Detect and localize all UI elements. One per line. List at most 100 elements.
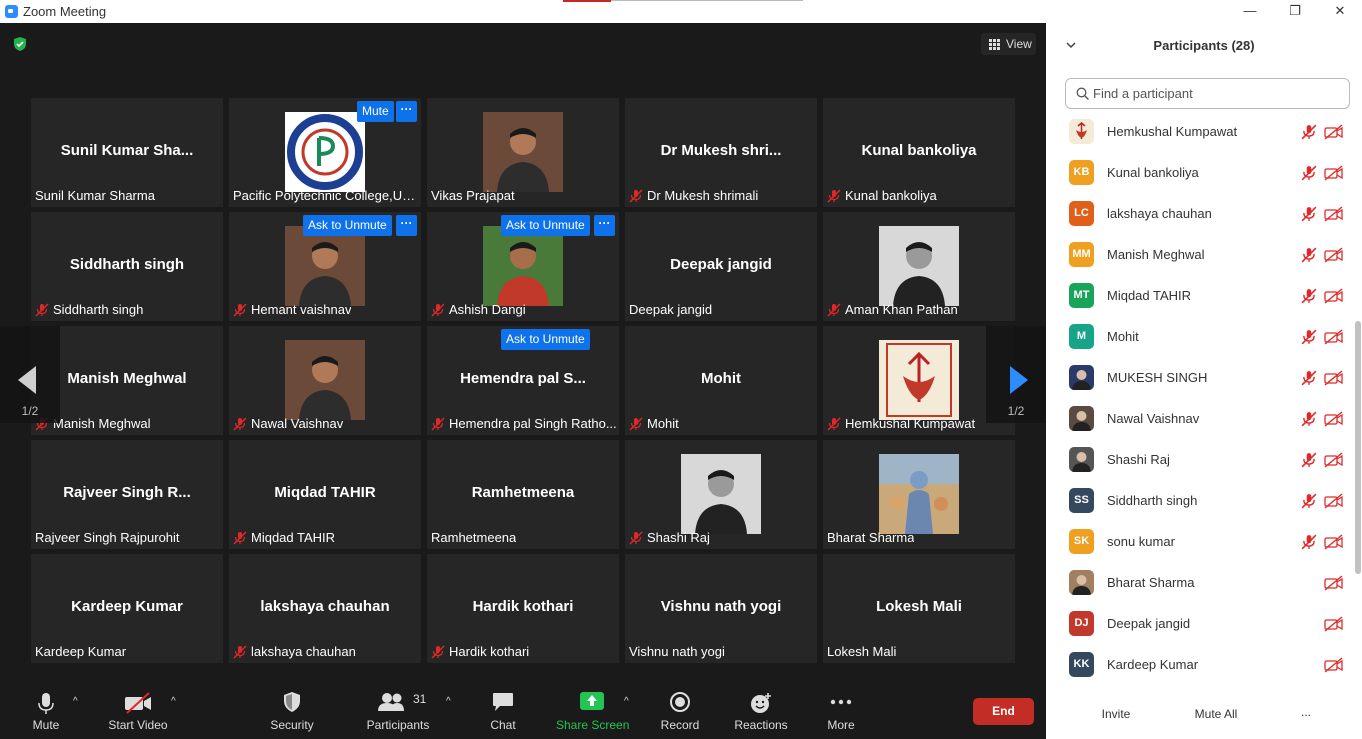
participant-row[interactable]: Nawal Vaishnav <box>1046 400 1351 441</box>
mute-participant-button[interactable]: Mute <box>357 101 394 122</box>
video-off-icon[interactable] <box>1324 575 1343 591</box>
video-off-icon[interactable] <box>1324 247 1343 263</box>
video-off-icon[interactable] <box>1324 534 1343 550</box>
video-off-icon[interactable] <box>1324 124 1343 140</box>
video-tile[interactable]: Rajveer Singh R... Rajveer Singh Rajpuroh… <box>31 440 223 549</box>
muted-mic-icon[interactable] <box>1301 493 1317 509</box>
previous-page-button[interactable]: 1/2 <box>0 326 60 423</box>
video-options-caret[interactable]: ^ <box>171 696 183 707</box>
participant-row[interactable]: M Mohit <box>1046 318 1351 359</box>
video-off-icon[interactable] <box>1324 411 1343 427</box>
muted-mic-icon[interactable] <box>1301 165 1317 181</box>
participant-row[interactable]: KK Kardeep Kumar <box>1046 646 1351 685</box>
video-tile[interactable]: Shashi Raj <box>625 440 817 549</box>
muted-mic-icon[interactable] <box>1301 124 1317 140</box>
more-button[interactable]: More <box>822 684 860 739</box>
video-tile[interactable]: Dr Mukesh shri... Dr Mukesh shrimali <box>625 98 817 207</box>
video-off-icon[interactable] <box>1324 206 1343 222</box>
ask-to-unmute-button[interactable]: Ask to Unmute <box>501 215 590 236</box>
video-tile[interactable]: Hardik kothari Hardik kothari <box>427 554 619 663</box>
avatar: KK <box>1069 652 1094 677</box>
video-tile[interactable]: Pacific Polytechnic College,Ud... Mute ··· <box>229 98 421 207</box>
participant-row[interactable]: MUKESH SINGH <box>1046 359 1351 400</box>
video-off-icon[interactable] <box>1324 452 1343 468</box>
share-screen-button[interactable]: Share Screen <box>556 684 629 739</box>
reactions-button[interactable]: Reactions <box>733 684 789 739</box>
muted-mic-icon[interactable] <box>1301 452 1317 468</box>
video-tile[interactable]: Aman Khan Pathan <box>823 212 1015 321</box>
tile-more-button[interactable]: ··· <box>396 215 417 236</box>
video-tile[interactable]: Bharat Sharma <box>823 440 1015 549</box>
share-options-caret[interactable]: ^ <box>624 696 636 707</box>
video-off-icon[interactable] <box>1324 288 1343 304</box>
video-tile[interactable]: Sunil Kumar Sha... Sunil Kumar Sharma <box>31 98 223 207</box>
chat-button[interactable]: Chat <box>483 684 523 739</box>
scrollbar-thumb[interactable] <box>1355 321 1361 574</box>
mute-button[interactable]: Mute <box>24 684 68 739</box>
video-tile[interactable]: Deepak jangid Deepak jangid <box>625 212 817 321</box>
video-tile[interactable]: Vikas Prajapat <box>427 98 619 207</box>
participants-button[interactable]: 31 Participants <box>363 684 433 739</box>
muted-mic-icon[interactable] <box>1301 411 1317 427</box>
muted-mic-icon[interactable] <box>1301 534 1317 550</box>
participant-row[interactable]: MM Manish Meghwal <box>1046 236 1351 277</box>
audio-options-caret[interactable]: ^ <box>73 696 85 707</box>
view-label: View <box>1006 37 1032 51</box>
next-page-button[interactable]: 1/2 <box>986 326 1046 423</box>
participant-row[interactable]: Hemkushal Kumpawat <box>1046 115 1351 154</box>
video-tile[interactable]: Lokesh Mali Lokesh Mali <box>823 554 1015 663</box>
tile-more-button[interactable]: ··· <box>594 215 615 236</box>
search-input[interactable] <box>1093 83 1343 104</box>
muted-mic-icon[interactable] <box>1301 329 1317 345</box>
participant-row[interactable]: MT Miqdad TAHIR <box>1046 277 1351 318</box>
participant-row[interactable]: LC lakshaya chauhan <box>1046 195 1351 236</box>
participant-list-scrollbar[interactable] <box>1355 115 1361 685</box>
participant-row[interactable]: SS Siddharth singh <box>1046 482 1351 523</box>
video-tile[interactable]: Kardeep Kumar Kardeep Kumar <box>31 554 223 663</box>
video-tile[interactable]: Miqdad TAHIR Miqdad TAHIR <box>229 440 421 549</box>
video-off-icon[interactable] <box>1324 657 1343 673</box>
security-button[interactable]: Security <box>266 684 318 739</box>
video-off-icon[interactable] <box>1324 616 1343 632</box>
video-tile[interactable]: Siddharth singh Siddharth singh <box>31 212 223 321</box>
video-tile[interactable]: Nawal Vaishnav <box>229 326 421 435</box>
video-tile[interactable]: Kunal bankoliya Kunal bankoliya <box>823 98 1015 207</box>
participant-row[interactable]: SK sonu kumar <box>1046 523 1351 564</box>
restore-button[interactable]: ❐ <box>1272 0 1318 23</box>
video-tile[interactable]: Ashish Dangi Ask to Unmute ··· <box>427 212 619 321</box>
participant-search[interactable] <box>1065 78 1350 109</box>
start-video-button[interactable]: Start Video <box>105 684 171 739</box>
tile-more-button[interactable]: ··· <box>396 101 417 122</box>
video-tile[interactable]: Mohit Mohit <box>625 326 817 435</box>
record-button[interactable]: Record <box>658 684 702 739</box>
end-meeting-button[interactable]: End <box>973 698 1034 725</box>
video-tile[interactable]: Vishnu nath yogi Vishnu nath yogi <box>625 554 817 663</box>
muted-mic-icon[interactable] <box>1301 288 1317 304</box>
muted-mic-icon[interactable] <box>1301 370 1317 386</box>
video-off-icon[interactable] <box>1324 493 1343 509</box>
video-off-icon[interactable] <box>1324 370 1343 386</box>
close-button[interactable]: ✕ <box>1317 0 1362 23</box>
panel-more-button[interactable]: ... <box>1294 703 1318 726</box>
video-off-icon[interactable] <box>1324 329 1343 345</box>
video-tile[interactable]: lakshaya chauhan lakshaya chauhan <box>229 554 421 663</box>
encryption-shield-icon[interactable] <box>12 36 28 52</box>
participants-options-caret[interactable]: ^ <box>446 696 458 707</box>
view-button[interactable]: View <box>981 33 1036 55</box>
ask-to-unmute-button[interactable]: Ask to Unmute <box>303 215 392 236</box>
reactions-smiley-icon <box>751 693 771 713</box>
video-tile[interactable]: Hemendra pal S... Hemendra pal Singh Rath… <box>427 326 619 435</box>
invite-button[interactable]: Invite <box>1093 703 1139 726</box>
participant-row[interactable]: KB Kunal bankoliya <box>1046 154 1351 195</box>
video-off-icon[interactable] <box>1324 165 1343 181</box>
ask-to-unmute-button[interactable]: Ask to Unmute <box>501 329 590 350</box>
video-tile[interactable]: Ramhetmeena Ramhetmeena <box>427 440 619 549</box>
muted-mic-icon[interactable] <box>1301 206 1317 222</box>
participant-row[interactable]: DJ Deepak jangid <box>1046 605 1351 646</box>
mute-all-button[interactable]: Mute All <box>1186 703 1246 726</box>
video-tile[interactable]: Hemant vaishnav Ask to Unmute ··· <box>229 212 421 321</box>
participant-row[interactable]: Shashi Raj <box>1046 441 1351 482</box>
minimize-button[interactable]: — <box>1227 0 1273 23</box>
muted-mic-icon[interactable] <box>1301 247 1317 263</box>
participant-row[interactable]: Bharat Sharma <box>1046 564 1351 605</box>
